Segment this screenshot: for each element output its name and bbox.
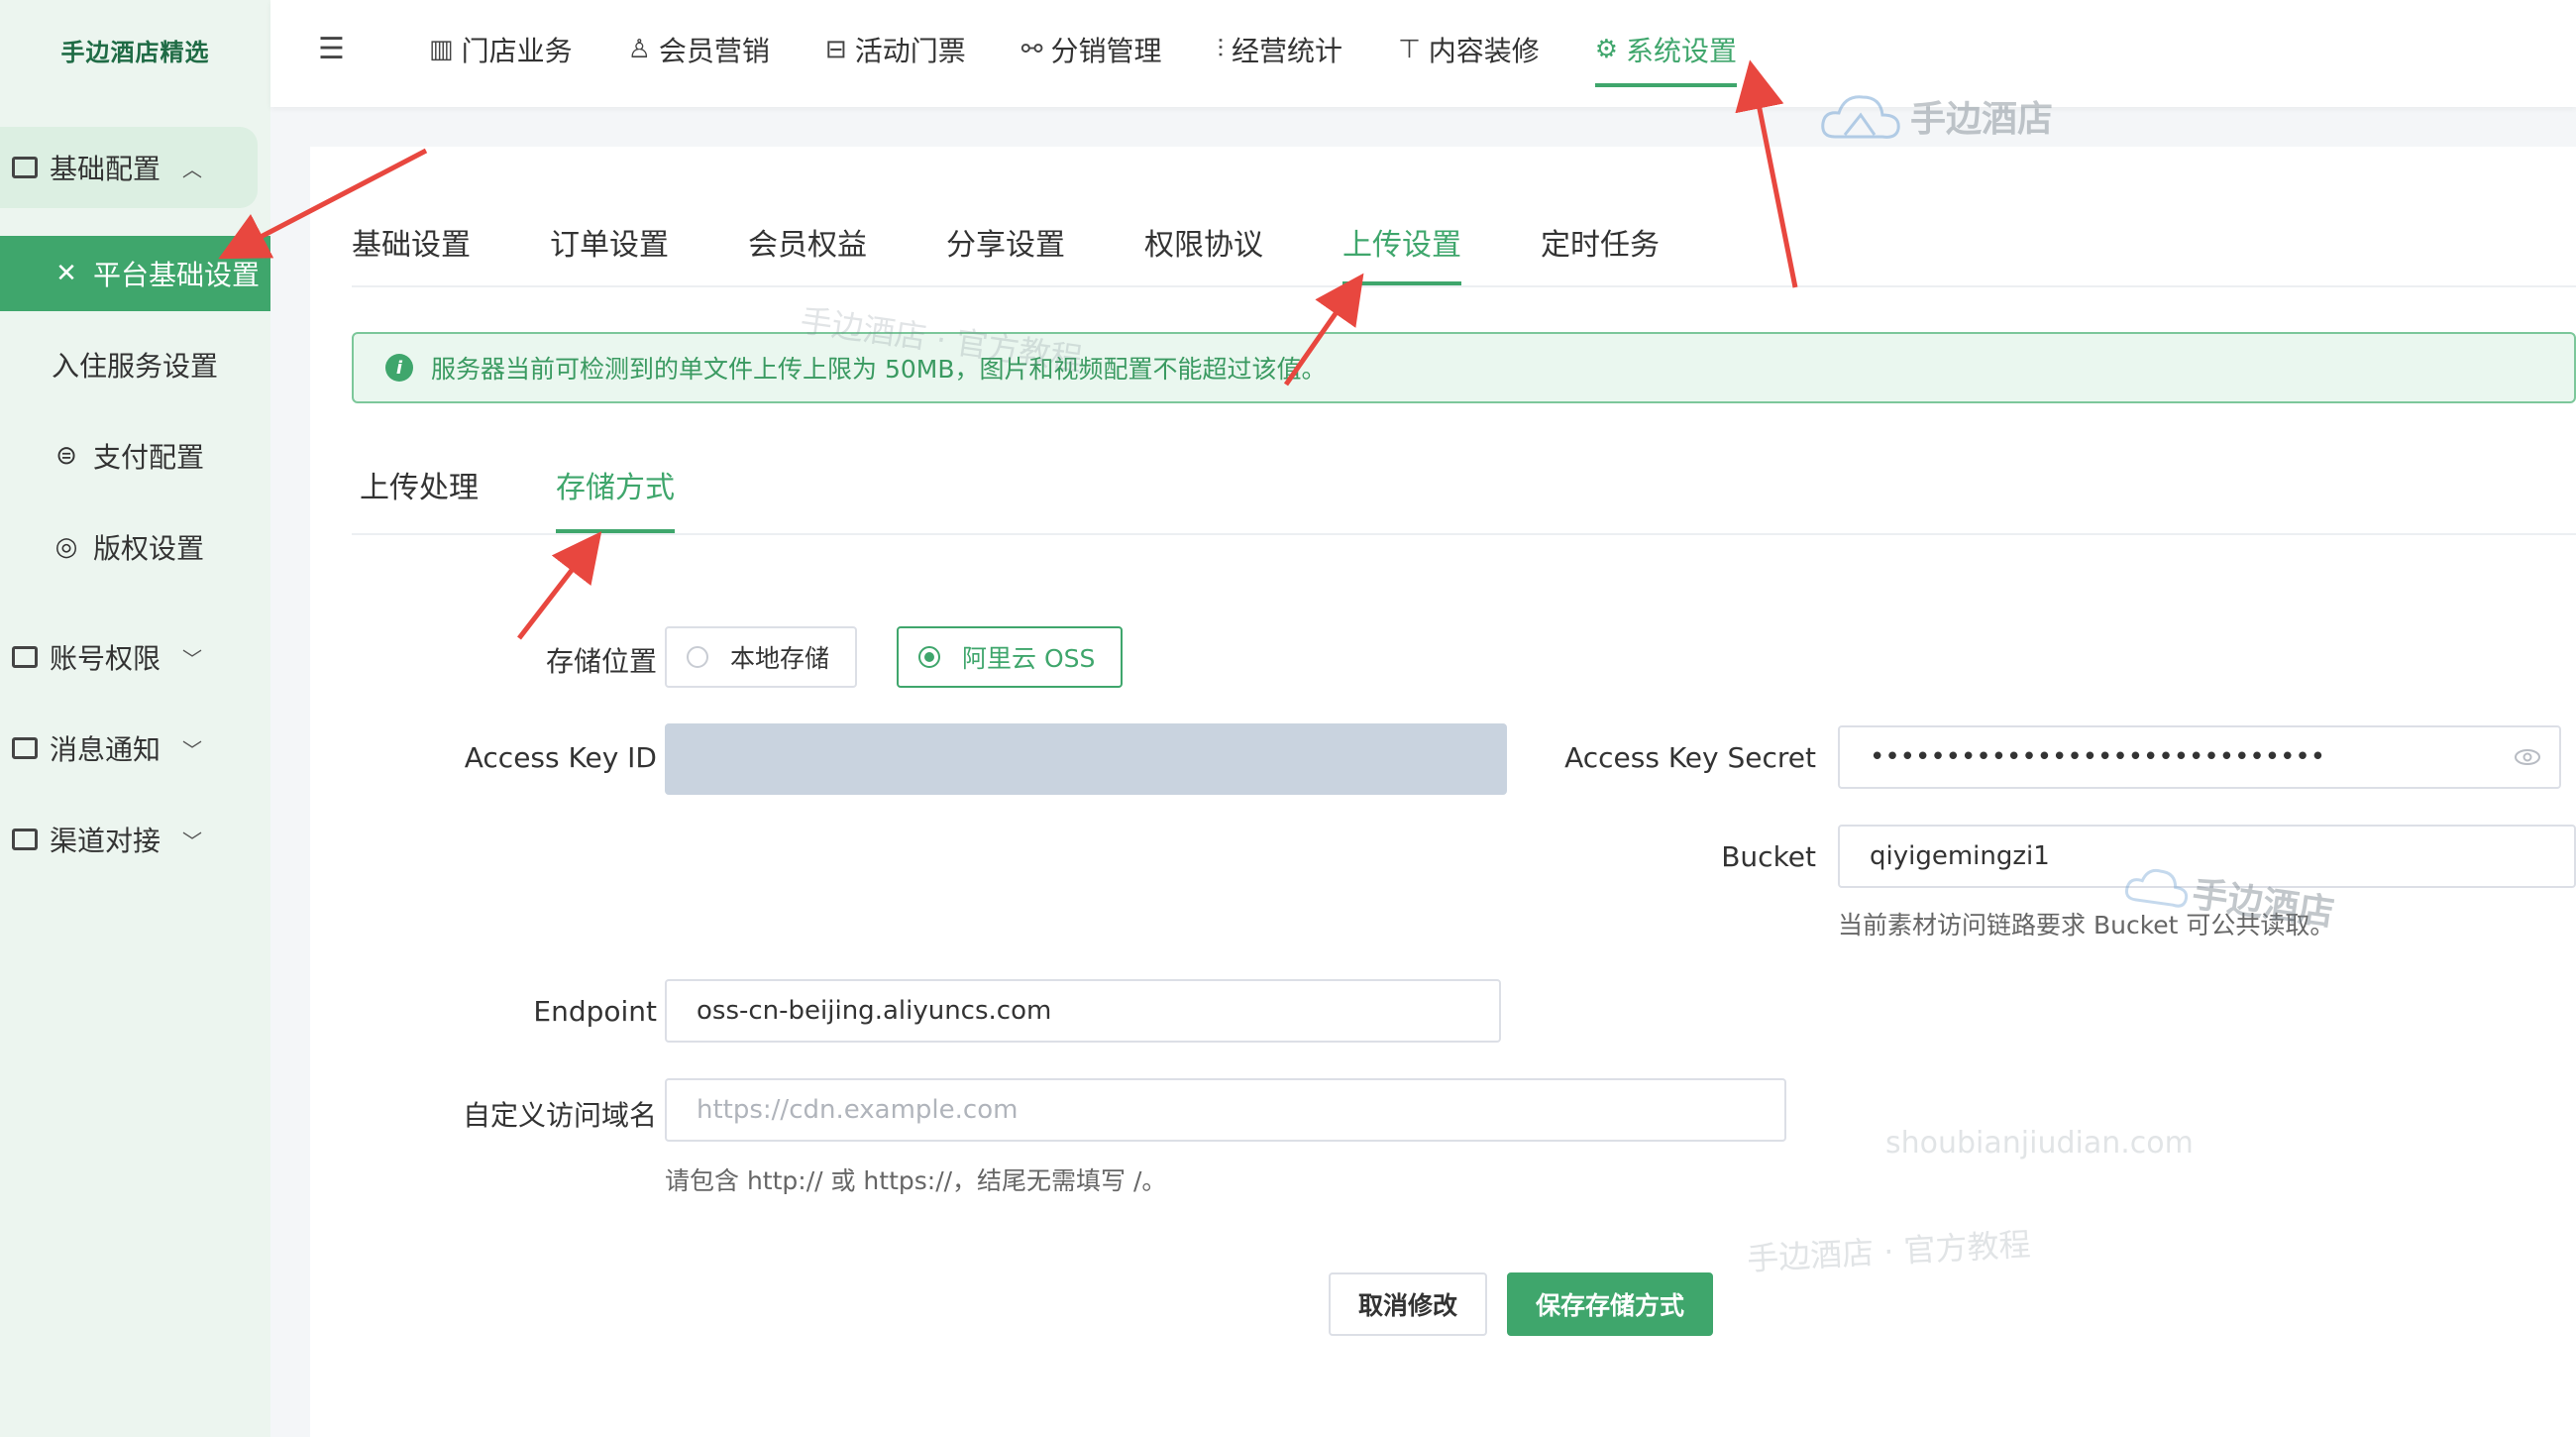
upload-limit-alert: i 服务器当前可检测到的单文件上传上限为 50MB，图片和视频配置不能超过该值。: [352, 332, 2576, 403]
tab-basic-settings[interactable]: 基础设置: [352, 206, 471, 285]
sidebar-group-notifications[interactable]: 消息通知 ﹀: [0, 708, 258, 789]
storage-location-label: 存储位置: [545, 645, 657, 678]
sidebar-item-platform-settings[interactable]: ✕ 平台基础设置: [0, 236, 270, 311]
topnav-content[interactable]: ⊤ 内容装修: [1398, 0, 1540, 99]
sidebar-item-label: 支付配置: [93, 441, 205, 474]
share-icon: ⚯: [1020, 35, 1043, 64]
custom-domain-input[interactable]: https://cdn.example.com: [665, 1078, 1786, 1142]
tab-upload-settings[interactable]: 上传设置: [1342, 206, 1461, 285]
custom-domain-label: 自定义访问域名: [462, 1099, 657, 1132]
sidebar-item-label: 平台基础设置: [93, 259, 261, 291]
tab-share-settings[interactable]: 分享设置: [946, 206, 1065, 285]
topnav-store[interactable]: ▥ 门店业务: [429, 0, 573, 99]
upload-subtabs: 上传处理 存储方式: [360, 444, 752, 533]
sidebar-group-label: 基础配置: [50, 153, 161, 185]
sidebar-group-label: 消息通知: [50, 733, 161, 766]
subtabs-divider: [352, 533, 2576, 535]
topnav-ticket[interactable]: ⊟ 活动门票: [825, 0, 966, 99]
collapse-menu-icon[interactable]: ☰: [318, 32, 345, 66]
bar-chart-icon: ⫶: [1217, 34, 1225, 64]
sidebar-group-channel[interactable]: 渠道对接 ﹀: [0, 799, 258, 880]
access-key-id-label: Access Key ID: [464, 741, 657, 774]
sidebar-item-copyright[interactable]: ◎ 版权设置: [0, 509, 270, 585]
radio-aliyun-oss[interactable]: 阿里云 OSS: [897, 626, 1123, 688]
top-navbar: ☰ ▥ 门店业务 ♙ 会员营销 ⊟ 活动门票 ⚯ 分销管理 ⫶ 经营统计 ⊤ 内容装修 ⚙ 系…: [270, 0, 2576, 107]
topnav-label: 分销管理: [1050, 35, 1162, 67]
alert-text: 服务器当前可检测到的单文件上传上限为 50MB，图片和视频配置不能超过该值。: [431, 355, 1327, 384]
copyright-icon: ◎: [54, 532, 78, 562]
settings-tabs: 基础设置 订单设置 会员权益 分享设置 权限协议 上传设置 定时任务: [352, 206, 1739, 285]
ticket-icon: ⊟: [824, 35, 847, 64]
user-icon: ♙: [627, 35, 651, 64]
tools-icon: ✕: [55, 259, 77, 288]
sidebar-group-label: 账号权限: [50, 642, 161, 675]
bucket-label: Bucket: [1721, 840, 1816, 873]
tab-order-settings[interactable]: 订单设置: [550, 206, 669, 285]
radio-local-storage[interactable]: 本地存储: [665, 626, 857, 688]
cloud-logo-icon: [1821, 95, 1900, 139]
endpoint-label: Endpoint: [533, 995, 657, 1028]
cancel-button[interactable]: 取消修改: [1329, 1272, 1487, 1336]
watermark-logo-top: 手边酒店: [1817, 89, 2053, 143]
topnav-label: 门店业务: [461, 35, 573, 67]
topnav-member[interactable]: ♙ 会员营销: [628, 0, 770, 99]
brush-icon: ⊤: [1398, 35, 1421, 64]
access-key-id-input[interactable]: [665, 723, 1507, 795]
chevron-down-icon: ﹀: [182, 646, 203, 671]
access-key-secret-input[interactable]: ••••••••••••••••••••••••••••••: [1838, 725, 2561, 789]
folder-icon: [12, 737, 38, 759]
chevron-up-icon: ︿: [182, 157, 203, 181]
tabs-divider: [352, 285, 2576, 287]
endpoint-input[interactable]: oss-cn-beijing.aliyuncs.com: [665, 979, 1501, 1043]
watermark-site: shoubianjiudian.com: [1885, 1126, 2194, 1161]
topnav-label: 经营统计: [1232, 35, 1343, 67]
tab-permission-agreement[interactable]: 权限协议: [1144, 206, 1263, 285]
folder-icon: [12, 646, 38, 668]
tab-member-benefits[interactable]: 会员权益: [748, 206, 867, 285]
topnav-label: 内容装修: [1428, 35, 1540, 67]
sidebar: 手边酒店精选 基础配置 ︿ ✕ 平台基础设置 入住服务设置 ⊜ 支付配置 ◎ 版…: [0, 0, 270, 1437]
chevron-down-icon: ﹀: [182, 737, 203, 762]
watermark-tutorial: 手边酒店 · 官方教程: [1746, 1225, 2032, 1278]
access-key-secret-label: Access Key Secret: [1564, 741, 1816, 774]
radio-label: 阿里云 OSS: [962, 644, 1096, 673]
topnav-statistics[interactable]: ⫶ 经营统计: [1218, 0, 1343, 99]
sidebar-group-basic-config[interactable]: 基础配置 ︿: [0, 127, 258, 208]
topnav-label: 会员营销: [658, 35, 770, 67]
sidebar-group-account-permission[interactable]: 账号权限 ﹀: [0, 616, 258, 698]
cloud-logo-icon: [2124, 868, 2189, 908]
info-icon: i: [385, 354, 413, 382]
topnav-label: 系统设置: [1626, 35, 1738, 67]
gear-icon: ⚙: [1594, 35, 1619, 64]
top-nav: ▥ 门店业务 ♙ 会员营销 ⊟ 活动门票 ⚯ 分销管理 ⫶ 经营统计 ⊤ 内容装修 ⚙ 系统设…: [429, 0, 1792, 107]
topnav-system-settings[interactable]: ⚙ 系统设置: [1594, 0, 1738, 99]
brand-logo: 手边酒店精选: [60, 38, 210, 66]
radio-label: 本地存储: [730, 644, 830, 673]
radio-checked-icon: [918, 646, 940, 668]
sidebar-item-payment-config[interactable]: ⊜ 支付配置: [0, 418, 270, 494]
save-storage-button[interactable]: 保存存储方式: [1507, 1272, 1713, 1336]
store-icon: ▥: [429, 35, 454, 64]
folder-icon: [12, 829, 38, 850]
topnav-distribution[interactable]: ⚯ 分销管理: [1021, 0, 1162, 99]
tab-upload-processing[interactable]: 上传处理: [360, 444, 479, 533]
secret-value: ••••••••••••••••••••••••••••••: [1870, 742, 2326, 772]
payment-icon: ⊜: [55, 441, 77, 471]
tab-storage-method[interactable]: 存储方式: [556, 444, 675, 533]
watermark-logo-text: 手边酒店: [1910, 99, 2054, 140]
sidebar-item-label: 入住服务设置: [52, 350, 219, 383]
sidebar-item-label: 版权设置: [93, 532, 205, 565]
folder-icon: [12, 157, 38, 178]
eye-icon[interactable]: [2514, 745, 2541, 769]
chevron-down-icon: ﹀: [182, 829, 203, 853]
sidebar-group-label: 渠道对接: [50, 825, 161, 857]
custom-domain-hint: 请包含 http:// 或 https://，结尾无需填写 /。: [665, 1166, 1167, 1195]
sidebar-item-checkin-settings[interactable]: 入住服务设置: [0, 327, 270, 402]
radio-icon: [687, 646, 708, 668]
tab-scheduled-tasks[interactable]: 定时任务: [1541, 206, 1660, 285]
settings-card: 基础设置 订单设置 会员权益 分享设置 权限协议 上传设置 定时任务 i 服务器…: [310, 147, 2576, 1437]
topnav-label: 活动门票: [854, 35, 966, 67]
